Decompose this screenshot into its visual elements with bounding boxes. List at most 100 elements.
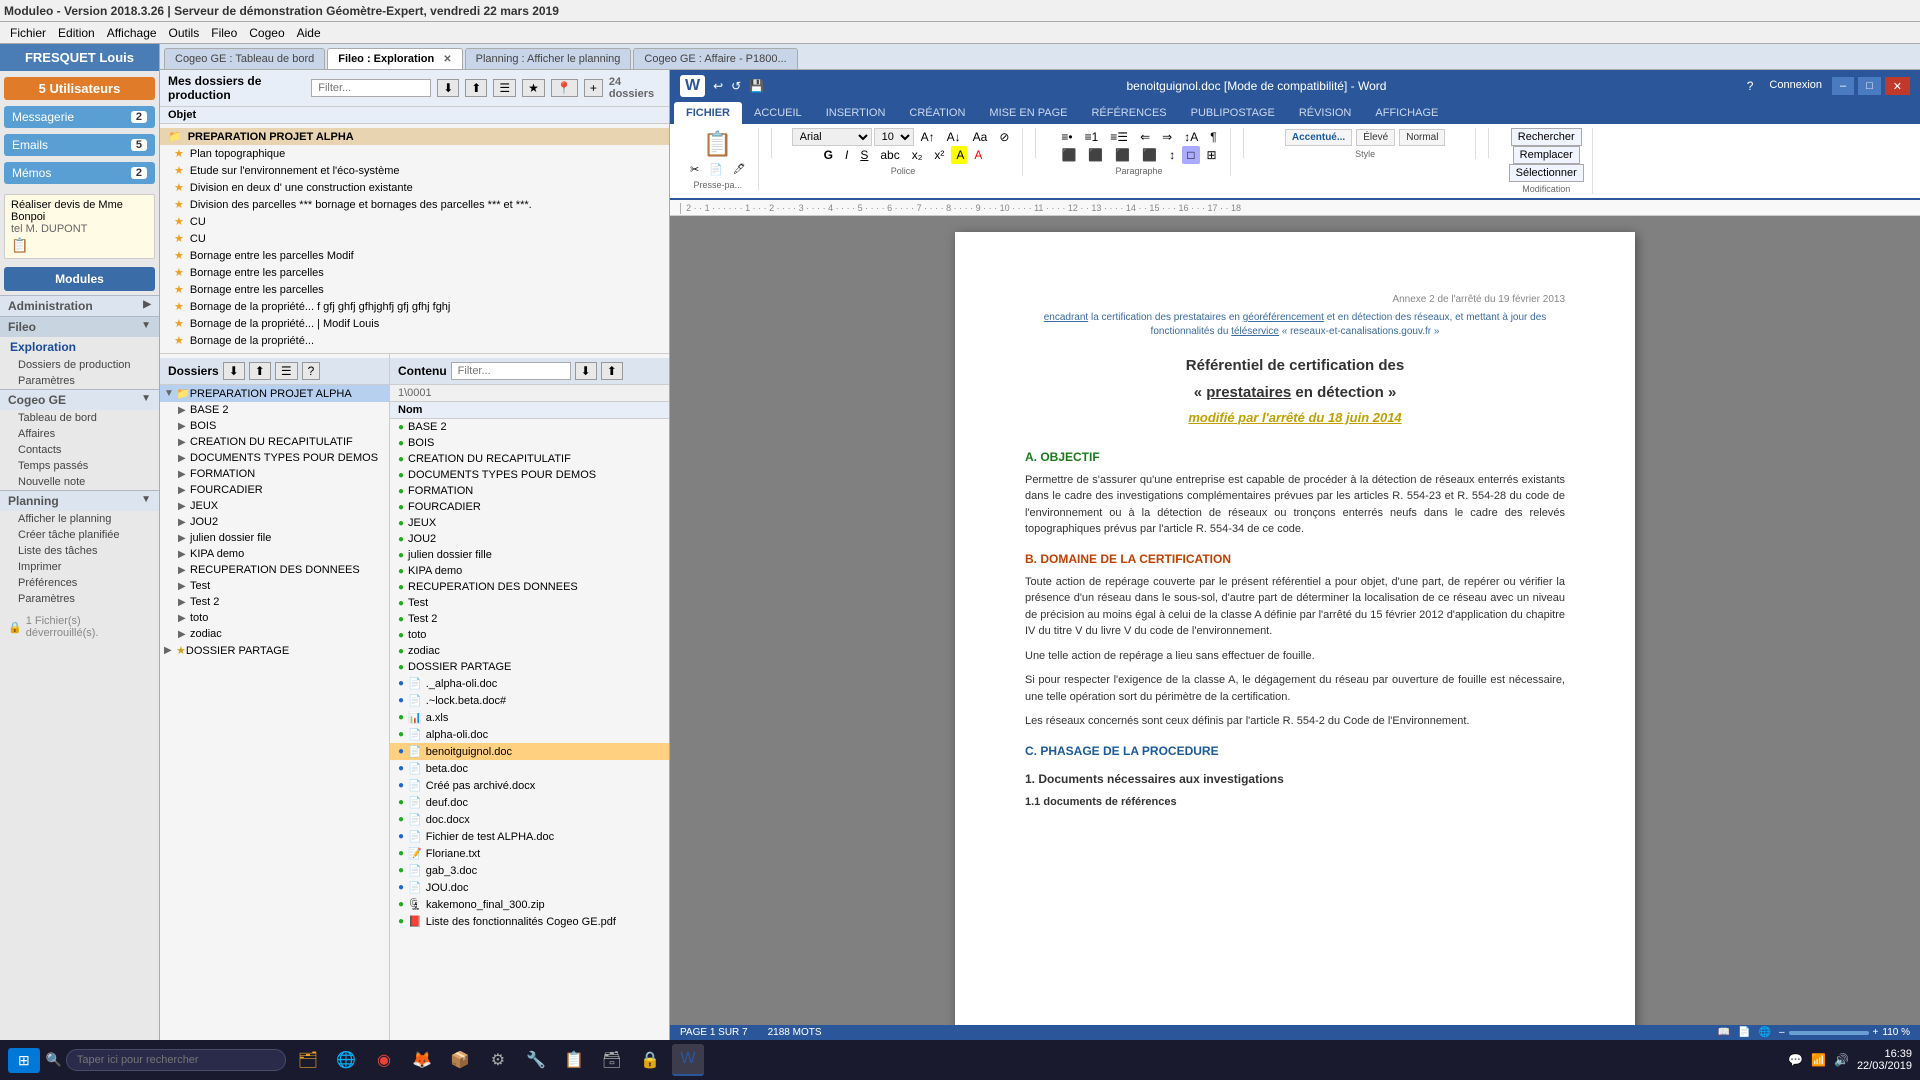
file-item-15[interactable]: ●DOSSIER PARTAGE [390,659,669,675]
map-btn[interactable]: 📍 [551,79,578,97]
tree-item-7[interactable]: ▶JEUX [160,498,389,514]
file-item-5[interactable]: ●FOURCADIER [390,499,669,515]
start-button[interactable]: ⊞ [8,1048,40,1073]
taskbar-icon-1[interactable]: 📦 [444,1044,476,1076]
rechercher-btn[interactable]: Rechercher [1511,128,1582,146]
tree-item-14[interactable]: ▶toto [160,610,389,626]
prod-item-9[interactable]: ★Bornage entre les parcelles [160,281,669,298]
file-item-2[interactable]: ●CREATION DU RECAPITULATIF [390,451,669,467]
selectionner-btn[interactable]: Sélectionner [1509,164,1584,182]
ribbon-tab-fichier[interactable]: FICHIER [674,102,742,124]
file-item-25[interactable]: ●📄Fichier de test ALPHA.doc [390,828,669,845]
file-item-19[interactable]: ●📄alpha-oli.doc [390,726,669,743]
tab-cogeo-bord[interactable]: Cogeo GE : Tableau de bord [164,48,325,69]
ribbon-tab-insertion[interactable]: INSERTION [814,102,898,124]
italic-btn[interactable]: I [840,146,853,164]
file-item-10[interactable]: ●RECUPERATION DES DONNEES [390,579,669,595]
file-item-29[interactable]: ●🗜kakemono_final_300.zip [390,896,669,913]
tree-item-13[interactable]: ▶Test 2 [160,594,389,610]
print-layout-btn[interactable]: 📄 [1738,1027,1750,1038]
prod-item-5[interactable]: ★CU [160,213,669,230]
form-copier-btn[interactable]: 🖊 [729,161,750,178]
font-shrink-btn[interactable]: A↓ [942,128,966,146]
modules-title[interactable]: Modules [4,267,155,291]
prod-item-0[interactable]: 📁 PREPARATION PROJET ALPHA [160,128,669,145]
sidebar-item-affaires[interactable]: Affaires [0,426,159,442]
font-selector[interactable]: Arial [792,128,872,146]
tab-cogeo-affaire[interactable]: Cogeo GE : Affaire - P1800... [633,48,797,69]
sidebar-item-preferences[interactable]: Préférences [0,575,159,591]
prod-item-6[interactable]: ★CU [160,230,669,247]
tree-down-btn[interactable]: ⬇ [223,362,245,380]
file-item-30[interactable]: ●📕Liste des fonctionnalités Cogeo GE.pdf [390,913,669,930]
taskbar-search-input[interactable] [66,1049,286,1071]
bullets-btn[interactable]: ≡• [1056,128,1077,146]
add-btn[interactable]: + [584,79,603,97]
word-maximize-btn[interactable]: □ [1858,77,1881,95]
multilevel-btn[interactable]: ≡☰ [1105,128,1133,146]
word-connect-btn[interactable]: Connexion [1763,77,1828,95]
tab-planning[interactable]: Planning : Afficher le planning [465,48,632,69]
increase-indent-btn[interactable]: ⇒ [1157,128,1177,146]
sidebar-item-dossiers[interactable]: Dossiers de production [0,357,159,373]
subscript-btn[interactable]: x₂ [907,146,928,164]
font-grow-btn[interactable]: A↑ [916,128,940,146]
menu-affichage[interactable]: Affichage [101,24,163,42]
prod-item-7[interactable]: ★Bornage entre les parcelles Modif [160,247,669,264]
zoom-in-btn[interactable]: + [1873,1027,1879,1038]
ribbon-tab-mise-en-page[interactable]: MISE EN PAGE [977,102,1079,124]
content-filter[interactable] [451,362,571,380]
tree-item-9[interactable]: ▶julien dossier file [160,530,389,546]
ribbon-tab-affichage[interactable]: AFFICHAGE [1363,102,1450,124]
file-item-26[interactable]: ●📝Floriane.txt [390,845,669,862]
prod-item-8[interactable]: ★Bornage entre les parcelles [160,264,669,281]
tree-list-btn[interactable]: ☰ [275,362,298,380]
underline-btn[interactable]: S [855,146,873,164]
word-content-area[interactable]: Annexe 2 de l'arrêté du 19 février 2013 … [670,216,1920,1025]
messagerie-counter[interactable]: Messagerie 2 [4,106,155,128]
zoom-slider[interactable] [1789,1031,1869,1035]
ribbon-tab-accueil[interactable]: ACCUEIL [742,102,814,124]
file-item-27[interactable]: ●📄gab_3.doc [390,862,669,879]
tree-help-btn[interactable]: ? [302,362,321,380]
sidebar-item-contacts[interactable]: Contacts [0,442,159,458]
tree-item-8[interactable]: ▶JOU2 [160,514,389,530]
file-item-0[interactable]: ●BASE 2 [390,419,669,435]
align-right-btn[interactable]: ⬛ [1110,146,1135,164]
list-view-btn[interactable]: ☰ [493,79,516,97]
file-item-28[interactable]: ●📄JOU.doc [390,879,669,896]
style-normal-btn[interactable]: Normal [1399,129,1445,146]
word-help-btn[interactable]: ? [1741,77,1760,95]
cogeo-section-header[interactable]: Cogeo GE ▼ [0,389,159,410]
prod-item-10[interactable]: ★Bornage de la propriété... f gfj ghfj g… [160,298,669,315]
menu-edition[interactable]: Edition [52,24,101,42]
file-item-1[interactable]: ●BOIS [390,435,669,451]
file-item-13[interactable]: ●toto [390,627,669,643]
tree-item-11[interactable]: ▶RECUPERATION DES DONNEES [160,562,389,578]
file-item-11[interactable]: ●Test [390,595,669,611]
couper-btn[interactable]: ✂ [686,161,703,178]
justify-btn[interactable]: ⬛ [1137,146,1162,164]
taskbar-icon-word-active[interactable]: W [672,1044,704,1076]
borders-btn[interactable]: ⊞ [1202,146,1222,164]
highlight-btn[interactable]: A [951,146,967,164]
file-item-7[interactable]: ●JOU2 [390,531,669,547]
taskbar-icon-5[interactable]: 🗃 [596,1044,628,1076]
taskbar-icon-6[interactable]: 🔒 [634,1044,666,1076]
word-redo-btn[interactable]: ↺ [731,79,741,93]
superscript-btn[interactable]: x² [929,146,949,164]
tree-item-15[interactable]: ▶zodiac [160,626,389,642]
file-item-22[interactable]: ●📄Créé pas archivé.docx [390,777,669,794]
shading-btn[interactable]: □ [1182,146,1199,164]
align-left-btn[interactable]: ⬛ [1056,146,1081,164]
taskbar-icon-chrome[interactable]: ◉ [368,1044,400,1076]
taskbar-icon-firefox[interactable]: 🦊 [406,1044,438,1076]
prod-item-4[interactable]: ★Division des parcelles *** bornage et b… [160,196,669,213]
word-minimize-btn[interactable]: – [1832,77,1854,95]
fileo-section-header[interactable]: Fileo ▼ [0,316,159,337]
ribbon-tab-revision[interactable]: RÉVISION [1287,102,1364,124]
menu-cogeo[interactable]: Cogeo [243,24,290,42]
sidebar-item-tableau[interactable]: Tableau de bord [0,410,159,426]
menu-fichier[interactable]: Fichier [4,24,52,42]
sidebar-item-creer-tache[interactable]: Créer tâche planifiée [0,527,159,543]
